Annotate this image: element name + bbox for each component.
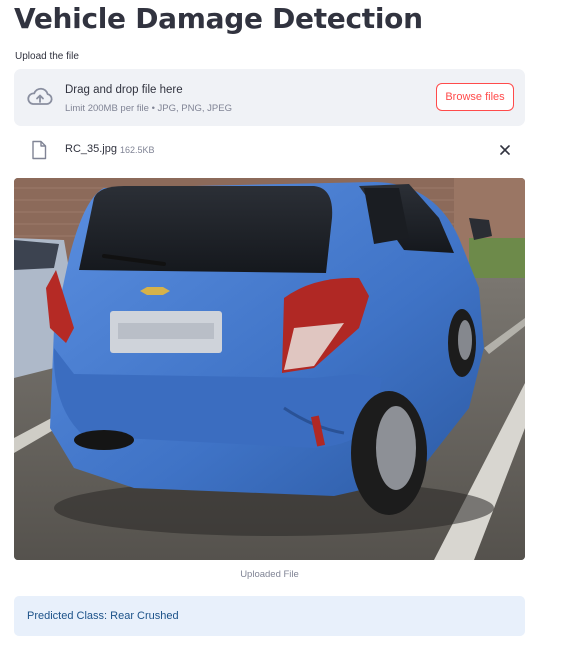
prediction-result-text: Predicted Class: Rear Crushed xyxy=(27,610,179,622)
page-title: Vehicle Damage Detection xyxy=(14,2,423,35)
prediction-result-box: Predicted Class: Rear Crushed xyxy=(14,596,525,636)
close-icon[interactable] xyxy=(496,141,514,159)
cloud-upload-icon xyxy=(27,87,53,105)
upload-label: Upload the file xyxy=(15,51,79,62)
file-dropzone[interactable]: Drag and drop file here Limit 200MB per … xyxy=(14,69,525,126)
car-photo-illustration xyxy=(14,178,525,560)
browse-files-button[interactable]: Browse files xyxy=(436,83,514,111)
file-name: RC_35.jpg xyxy=(65,143,117,155)
dropzone-limits: Limit 200MB per file • JPG, PNG, JPEG xyxy=(65,103,232,114)
dropzone-instruction: Drag and drop file here xyxy=(65,84,183,96)
uploaded-car-image xyxy=(14,178,525,560)
uploaded-file-row: RC_35.jpg 162.5KB xyxy=(14,136,525,164)
file-size: 162.5KB xyxy=(120,145,155,155)
image-caption: Uploaded File xyxy=(240,569,299,580)
file-icon xyxy=(32,140,47,160)
